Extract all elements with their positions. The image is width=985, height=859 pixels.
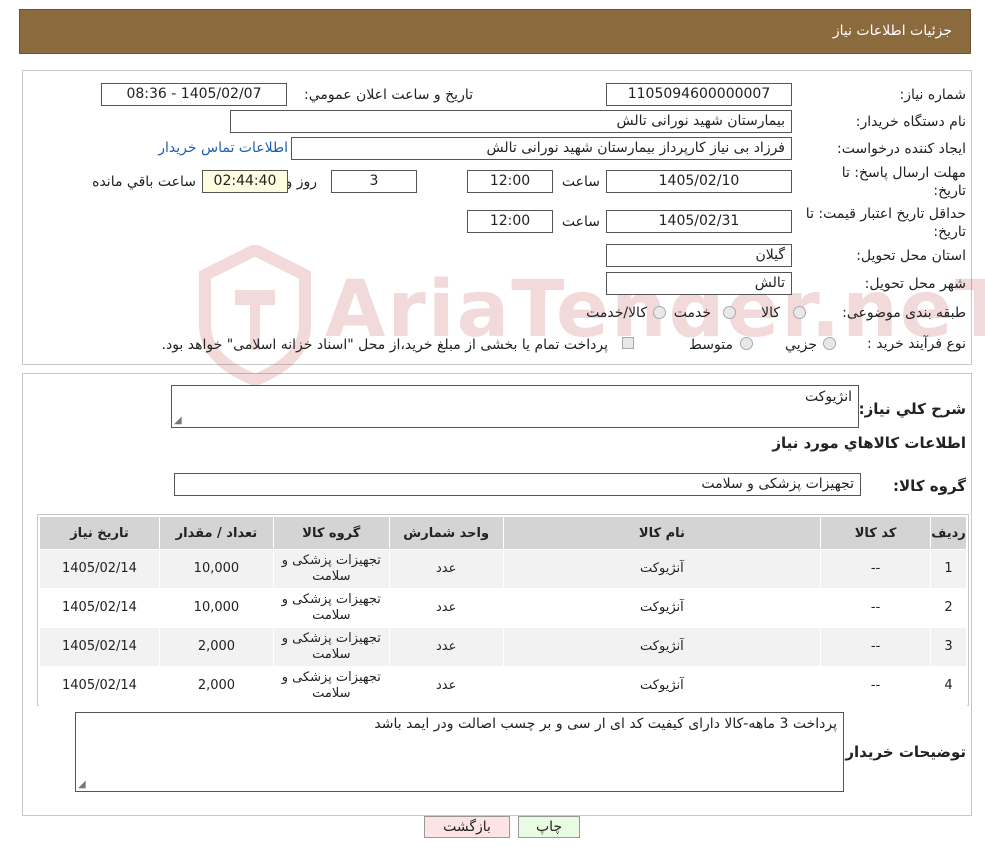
requester-field: فرزاد بی نیاز کارپرداز بیمارستان شهید نو… — [291, 137, 792, 160]
summary-field: انژیوکت ◢ — [171, 385, 859, 428]
summary-label: شرح کلي نياز: — [858, 400, 966, 418]
column-header-item-name: نام کالا — [502, 516, 822, 550]
item-name-cell: آنژیوکت — [502, 666, 822, 706]
category-goods-service-label: کالا/خدمت — [586, 305, 647, 321]
goods-group-cell: تجهیزات پزشکی و سلامت — [272, 666, 390, 706]
announce-datetime-label: تاریخ و ساعت اعلان عمومي: — [304, 87, 473, 103]
category-goods-service-radio[interactable] — [653, 306, 666, 319]
goods-group-cell: تجهیزات پزشکی و سلامت — [272, 549, 390, 589]
watermark-emblem-icon — [199, 243, 311, 387]
process-minor-radio[interactable] — [823, 337, 836, 350]
process-minor-label: جزيي — [785, 337, 817, 353]
reply-time-label: ساعت — [561, 174, 600, 190]
goods-group-cell: تجهیزات پزشکی و سلامت — [272, 627, 390, 667]
requester-label: ايجاد کننده درخواست: — [837, 141, 966, 157]
price-validity-label-date: تاریخ: — [933, 224, 966, 240]
treasury-payment-note: پرداخت تمام یا بخشی از مبلغ خرید،از محل … — [161, 337, 608, 353]
item-name-cell: آنژیوکت — [502, 627, 822, 667]
price-time-label: ساعت — [561, 214, 600, 230]
resize-handle-icon: ◢ — [174, 415, 182, 426]
buyer-notes-label: توضيحات خريدار: — [839, 743, 966, 761]
category-service-label: خدمت — [673, 305, 711, 321]
row-number-cell: 4 — [930, 666, 967, 706]
process-type-label: نوع فرآيند خريد : — [867, 336, 966, 352]
reply-time-field: 12:00 — [467, 170, 553, 193]
need-number-field: 1105094600000007 — [606, 83, 792, 106]
unit-cell: عدد — [388, 549, 504, 589]
print-button[interactable]: چاپ — [518, 816, 580, 838]
remaining-days-field: 3 — [331, 170, 417, 193]
item-code-cell: -- — [820, 588, 932, 628]
row-number-cell: 1 — [930, 549, 967, 589]
items-table: رديف کد کالا نام کالا واحد شمارش گروه کا… — [39, 516, 967, 706]
delivery-province-label: استان محل تحويل: — [856, 248, 966, 264]
buyer-notes-field: پرداخت 3 ماهه-کالا دارای کیفیت کد ای ار … — [75, 712, 844, 792]
table-row: 4 -- آنژیوکت عدد تجهیزات پزشکی و سلامت 2… — [39, 666, 967, 706]
buyer-notes-text: پرداخت 3 ماهه-کالا دارای کیفیت کد ای ار … — [374, 716, 837, 732]
remaining-time-field: 02:44:40 — [202, 170, 288, 193]
column-header-need-date: تاريخ نياز — [39, 516, 160, 550]
table-row: 1 -- آنژیوکت عدد تجهیزات پزشکی و سلامت 1… — [39, 549, 967, 589]
category-goods-radio[interactable] — [793, 306, 806, 319]
category-goods-label: کالا — [761, 305, 780, 321]
treasury-payment-checkbox[interactable] — [622, 337, 634, 349]
need-date-cell: 1405/02/14 — [39, 549, 160, 589]
goods-group-label: گروه کالا: — [893, 477, 966, 495]
quantity-cell: 10,000 — [158, 549, 274, 589]
quantity-cell: 2,000 — [158, 666, 274, 706]
column-header-quantity: تعداد / مقدار — [158, 516, 274, 550]
days-label: روز و — [285, 174, 318, 190]
goods-group-field: تجهیزات پزشکی و سلامت — [174, 473, 861, 496]
item-name-cell: آنژیوکت — [502, 588, 822, 628]
quantity-cell: 10,000 — [158, 588, 274, 628]
back-button[interactable]: بازگشت — [424, 816, 510, 838]
table-header-row: رديف کد کالا نام کالا واحد شمارش گروه کا… — [39, 516, 967, 550]
item-code-cell: -- — [820, 627, 932, 667]
table-row: 3 -- آنژیوکت عدد تجهیزات پزشکی و سلامت 2… — [39, 627, 967, 667]
buyer-contact-link[interactable]: اطلاعات تماس خريدار — [158, 140, 288, 156]
process-medium-label: متوسط — [689, 337, 733, 353]
reply-deadline-label-date: تاریخ: — [933, 183, 966, 199]
item-code-cell: -- — [820, 549, 932, 589]
row-number-cell: 2 — [930, 588, 967, 628]
delivery-province-field: گیلان — [606, 244, 792, 267]
page-title: جزئیات اطلاعات نیاز — [832, 23, 952, 39]
category-label: طبقه بندی موضوعی: — [842, 305, 966, 321]
reply-date-field: 1405/02/10 — [606, 170, 792, 193]
item-name-cell: آنژیوکت — [502, 549, 822, 589]
unit-cell: عدد — [388, 627, 504, 667]
price-validity-time-field: 12:00 — [467, 210, 553, 233]
announce-datetime-field: 1405/02/07 - 08:36 — [101, 83, 287, 106]
item-code-cell: -- — [820, 666, 932, 706]
table-row: 2 -- آنژیوکت عدد تجهیزات پزشکی و سلامت 1… — [39, 588, 967, 628]
reply-deadline-label: مهلت ارسال پاسخ: تا — [841, 165, 966, 181]
delivery-city-field: تالش — [606, 272, 792, 295]
column-header-item-code: کد کالا — [820, 516, 932, 550]
unit-cell: عدد — [388, 666, 504, 706]
price-validity-date-field: 1405/02/31 — [606, 210, 792, 233]
column-header-goods-group: گروه کالا — [272, 516, 390, 550]
need-date-cell: 1405/02/14 — [39, 666, 160, 706]
unit-cell: عدد — [388, 588, 504, 628]
need-date-cell: 1405/02/14 — [39, 627, 160, 667]
quantity-cell: 2,000 — [158, 627, 274, 667]
goods-info-title: اطلاعات کالاهاي مورد نياز — [772, 434, 966, 452]
need-number-label: شماره نیاز: — [899, 87, 967, 103]
row-number-cell: 3 — [930, 627, 967, 667]
goods-group-cell: تجهیزات پزشکی و سلامت — [272, 588, 390, 628]
buyer-org-field: بیمارستان شهید نورانی تالش — [230, 110, 792, 133]
column-header-row-number: رديف — [930, 516, 967, 550]
price-validity-label: حداقل تاريخ اعتبار قيمت: تا — [805, 206, 966, 222]
resize-handle-icon: ◢ — [78, 779, 86, 790]
buyer-org-label: نام دستگاه خريدار: — [855, 114, 966, 130]
category-service-radio[interactable] — [723, 306, 736, 319]
need-date-cell: 1405/02/14 — [39, 588, 160, 628]
process-medium-radio[interactable] — [740, 337, 753, 350]
summary-text: انژیوکت — [804, 389, 852, 405]
remaining-time-label: ساعت باقي مانده — [92, 174, 196, 190]
delivery-city-label: شهر محل تحويل: — [864, 276, 966, 292]
column-header-unit: واحد شمارش — [388, 516, 504, 550]
page-header: جزئیات اطلاعات نیاز — [19, 9, 971, 54]
